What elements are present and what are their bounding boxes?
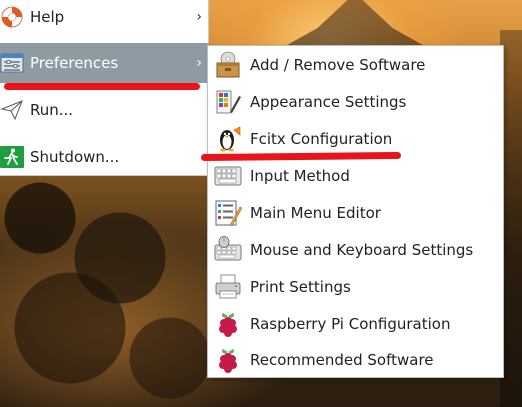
menu-item-run[interactable]: Run... [0,90,209,130]
submenu-item-label: Print Settings [250,277,351,296]
lifebuoy-icon [0,5,24,29]
raspberry-icon [214,310,242,338]
menu-item-shutdown[interactable]: Shutdown... [0,137,209,177]
submenu-item-label: Add / Remove Software [250,55,426,74]
wallpaper-trees [0,178,210,407]
paper-plane-icon [0,98,24,122]
exit-running-man-icon [0,145,24,169]
submenu-item-label: Mouse and Keyboard Settings [250,240,474,259]
submenu-item-recommended-software[interactable]: Recommended Software [208,341,503,378]
menu-item-label: Preferences [30,54,119,72]
printer-icon [214,273,242,301]
menu-editor-icon [214,199,243,227]
preferences-icon [0,51,24,75]
penguin-keyboard-icon [214,125,242,153]
annotation-underline-preferences [4,83,200,90]
submenu-item-label: Fcitx Configuration [250,129,393,148]
submenu-item-raspberry-pi-configuration[interactable]: Raspberry Pi Configuration [208,305,503,342]
submenu-item-print-settings[interactable]: Print Settings [208,268,503,305]
chevron-right-icon: › [196,9,202,25]
submenu-item-label: Input Method [250,166,350,185]
submenu-item-mouse-keyboard-settings[interactable]: Mouse and Keyboard Settings [208,231,503,268]
chevron-right-icon: › [196,55,202,71]
submenu-item-label: Recommended Software [250,350,434,369]
menu-item-label: Shutdown... [30,148,120,166]
submenu-item-add-remove-software[interactable]: Add / Remove Software [208,46,503,83]
mouse-keyboard-icon [214,235,242,264]
keyboard-icon [214,162,242,190]
menu-item-help[interactable]: Help › [0,0,209,37]
color-palette-icon [214,88,242,116]
preferences-submenu: Add / Remove Software Appearance Setting… [207,45,504,378]
menu-item-preferences[interactable]: Preferences › [0,43,209,83]
submenu-item-appearance-settings[interactable]: Appearance Settings [208,83,503,120]
menu-item-label: Run... [30,101,74,119]
submenu-item-label: Appearance Settings [250,92,407,111]
submenu-item-input-method[interactable]: Input Method [208,157,503,194]
raspberry-icon [214,346,242,374]
submenu-item-label: Raspberry Pi Configuration [250,314,451,333]
software-package-icon [214,51,242,79]
submenu-item-main-menu-editor[interactable]: Main Menu Editor [208,194,503,231]
submenu-item-label: Main Menu Editor [250,203,381,222]
menu-item-label: Help [30,8,65,26]
